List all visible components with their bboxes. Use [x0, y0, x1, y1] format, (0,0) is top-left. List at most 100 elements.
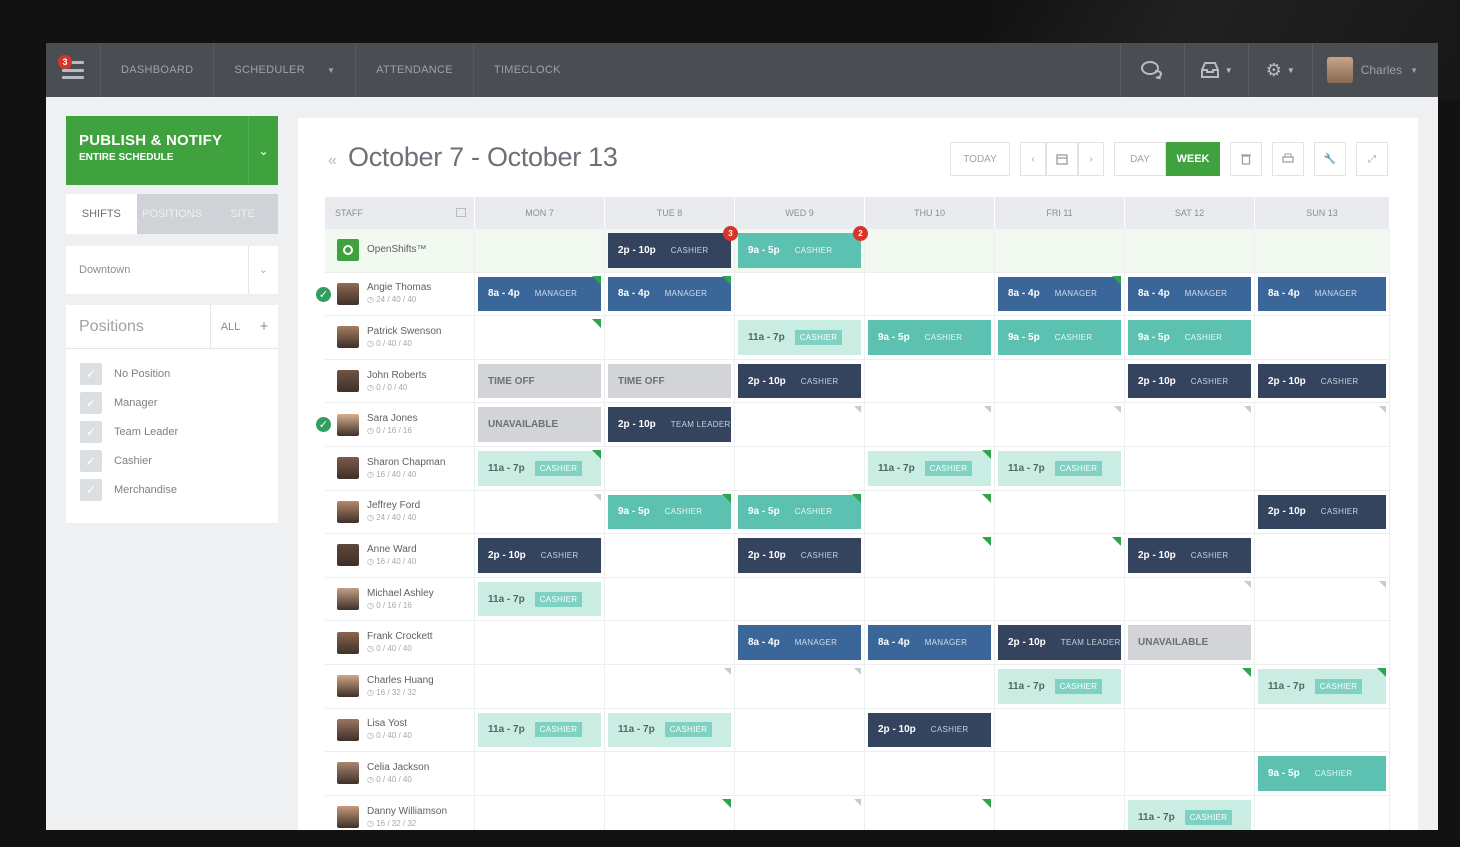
schedule-cell[interactable]: [1255, 621, 1390, 664]
schedule-cell[interactable]: [605, 664, 735, 708]
schedule-cell[interactable]: 11a - 7p CASHIER: [475, 708, 605, 752]
schedule-cell[interactable]: 8a - 4p MANAGER: [865, 621, 995, 664]
schedule-cell[interactable]: [1125, 229, 1255, 272]
schedule-cell[interactable]: 8a - 4p MANAGER: [995, 272, 1125, 316]
schedule-cell[interactable]: 9a - 5p CASHIER 2: [735, 226, 868, 272]
schedule-cell[interactable]: 8a - 4p MANAGER: [475, 272, 605, 316]
location-select[interactable]: Downtown ⌄: [66, 246, 278, 294]
schedule-cell[interactable]: [1255, 577, 1390, 621]
staff-cell[interactable]: Jeffrey Ford ◷ 24 / 40 / 40: [325, 490, 475, 534]
shift-block[interactable]: 2p - 10p CASHIER: [1128, 538, 1251, 573]
schedule-cell[interactable]: [1255, 446, 1390, 490]
previous-week-icon[interactable]: «: [328, 152, 337, 170]
shift-block[interactable]: 9a - 5p CASHIER: [738, 494, 861, 530]
schedule-cell[interactable]: [475, 752, 605, 795]
shift-block[interactable]: 11a - 7p CASHIER: [478, 712, 601, 748]
schedule-cell[interactable]: 9a - 5p CASHIER: [735, 490, 865, 534]
tab-positions[interactable]: POSITIONS: [137, 194, 208, 234]
staff-cell[interactable]: ✓ Sara Jones ◷ 0 / 16 / 16: [314, 403, 475, 446]
schedule-cell[interactable]: 2p - 10p CASHIER 3: [605, 226, 738, 272]
shift-block[interactable]: 9a - 5p CASHIER: [868, 320, 991, 355]
shift-block[interactable]: 11a - 7p CASHIER: [1258, 668, 1386, 704]
schedule-cell[interactable]: [475, 316, 605, 359]
schedule-cell[interactable]: 9a - 5p CASHIER: [1255, 752, 1390, 795]
shift-block[interactable]: 8a - 4p MANAGER: [868, 625, 991, 660]
schedule-cell[interactable]: [865, 664, 995, 708]
calendar-icon[interactable]: [1046, 142, 1078, 176]
schedule-cell[interactable]: [605, 621, 735, 664]
chat-button[interactable]: [1119, 43, 1184, 97]
checkbox-icon[interactable]: ✓: [80, 478, 102, 501]
schedule-cell[interactable]: 11a - 7p CASHIER: [1255, 664, 1390, 708]
schedule-cell[interactable]: [475, 490, 605, 534]
publish-notify-button[interactable]: PUBLISH & NOTIFY ENTIRE SCHEDULE ⌄: [66, 116, 278, 185]
shift-block[interactable]: 8a - 4p MANAGER: [998, 276, 1121, 312]
shift-block[interactable]: TIME OFF: [478, 363, 601, 399]
schedule-cell[interactable]: 11a - 7p CASHIER: [995, 664, 1125, 708]
schedule-cell[interactable]: [1125, 752, 1255, 795]
chevron-left-icon[interactable]: ‹: [1020, 142, 1046, 176]
checkbox-icon[interactable]: ✓: [80, 420, 102, 443]
staff-cell[interactable]: Michael Ashley ◷ 0 / 16 / 16: [325, 577, 475, 621]
schedule-cell[interactable]: [865, 403, 995, 446]
schedule-cell[interactable]: 11a - 7p CASHIER: [475, 577, 605, 621]
schedule-cell[interactable]: [735, 403, 865, 446]
shift-block[interactable]: 11a - 7p CASHIER: [1128, 799, 1251, 830]
schedule-cell[interactable]: TIME OFF: [605, 359, 735, 403]
staff-cell[interactable]: Patrick Swenson ◷ 0 / 40 / 40: [325, 316, 475, 359]
shift-block[interactable]: 2p - 10p CASHIER: [738, 538, 861, 573]
schedule-cell[interactable]: 8a - 4p MANAGER: [1125, 272, 1255, 316]
schedule-cell[interactable]: [865, 795, 995, 830]
schedule-cell[interactable]: [605, 534, 735, 577]
day-view-button[interactable]: DAY: [1114, 142, 1166, 176]
shift-block[interactable]: 2p - 10p CASHIER: [738, 363, 861, 399]
schedule-cell[interactable]: [1255, 229, 1390, 272]
schedule-cell[interactable]: [1125, 446, 1255, 490]
schedule-cell[interactable]: TIME OFF: [475, 359, 605, 403]
shift-block[interactable]: 8a - 4p MANAGER: [478, 276, 601, 312]
position-filter-item[interactable]: ✓ Manager: [66, 388, 278, 417]
schedule-cell[interactable]: [735, 577, 865, 621]
nav-attendance[interactable]: ATTENDANCE: [355, 43, 473, 97]
position-filter-item[interactable]: ✓ No Position: [66, 359, 278, 388]
schedule-cell[interactable]: [735, 664, 865, 708]
schedule-cell[interactable]: [995, 229, 1125, 272]
schedule-cell[interactable]: UNAVAILABLE: [1125, 621, 1255, 664]
shift-block[interactable]: 2p - 10p CASHIER: [1258, 363, 1386, 399]
schedule-cell[interactable]: [1125, 664, 1255, 708]
schedule-cell[interactable]: [865, 359, 995, 403]
schedule-cell[interactable]: [865, 752, 995, 795]
shift-block[interactable]: 2p - 10p CASHIER: [868, 712, 991, 748]
shift-block[interactable]: 11a - 7p CASHIER: [998, 450, 1121, 486]
schedule-cell[interactable]: 11a - 7p CASHIER: [605, 708, 735, 752]
schedule-cell[interactable]: 2p - 10p CASHIER: [865, 708, 995, 752]
week-view-button[interactable]: WEEK: [1166, 142, 1220, 176]
schedule-cell[interactable]: [1255, 795, 1390, 830]
schedule-cell[interactable]: 11a - 7p CASHIER: [475, 446, 605, 490]
checkbox-icon[interactable]: ✓: [80, 391, 102, 414]
schedule-cell[interactable]: [1255, 708, 1390, 752]
shift-block[interactable]: 8a - 4p MANAGER: [738, 625, 861, 660]
checkbox-icon[interactable]: ✓: [80, 362, 102, 385]
staff-cell[interactable]: Frank Crockett ◷ 0 / 40 / 40: [325, 621, 475, 664]
schedule-cell[interactable]: 2p - 10p CASHIER: [1125, 359, 1255, 403]
schedule-cell[interactable]: [605, 752, 735, 795]
shift-block[interactable]: 8a - 4p MANAGER: [608, 276, 731, 312]
nav-scheduler[interactable]: SCHEDULER ▼: [213, 43, 355, 97]
schedule-cell[interactable]: 2p - 10p TEAM LEADER: [995, 621, 1125, 664]
schedule-cell[interactable]: [1255, 403, 1390, 446]
tab-shifts[interactable]: SHIFTS: [66, 194, 137, 234]
schedule-cell[interactable]: 8a - 4p MANAGER: [735, 621, 865, 664]
position-filter-item[interactable]: ✓ Team Leader: [66, 417, 278, 446]
schedule-cell[interactable]: 2p - 10p CASHIER: [735, 534, 865, 577]
shift-block[interactable]: 11a - 7p CASHIER: [478, 450, 601, 486]
schedule-cell[interactable]: [995, 534, 1125, 577]
shift-block[interactable]: 9a - 5p CASHIER: [608, 494, 731, 530]
schedule-cell[interactable]: [865, 534, 995, 577]
schedule-cell[interactable]: [1255, 316, 1390, 359]
app-menu-button[interactable]: 3: [46, 43, 100, 97]
schedule-cell[interactable]: 9a - 5p CASHIER: [995, 316, 1125, 359]
schedule-cell[interactable]: [735, 752, 865, 795]
settings-button[interactable]: ⚙ ▼: [1247, 43, 1312, 97]
shift-block[interactable]: 9a - 5p CASHIER 2: [738, 226, 868, 268]
